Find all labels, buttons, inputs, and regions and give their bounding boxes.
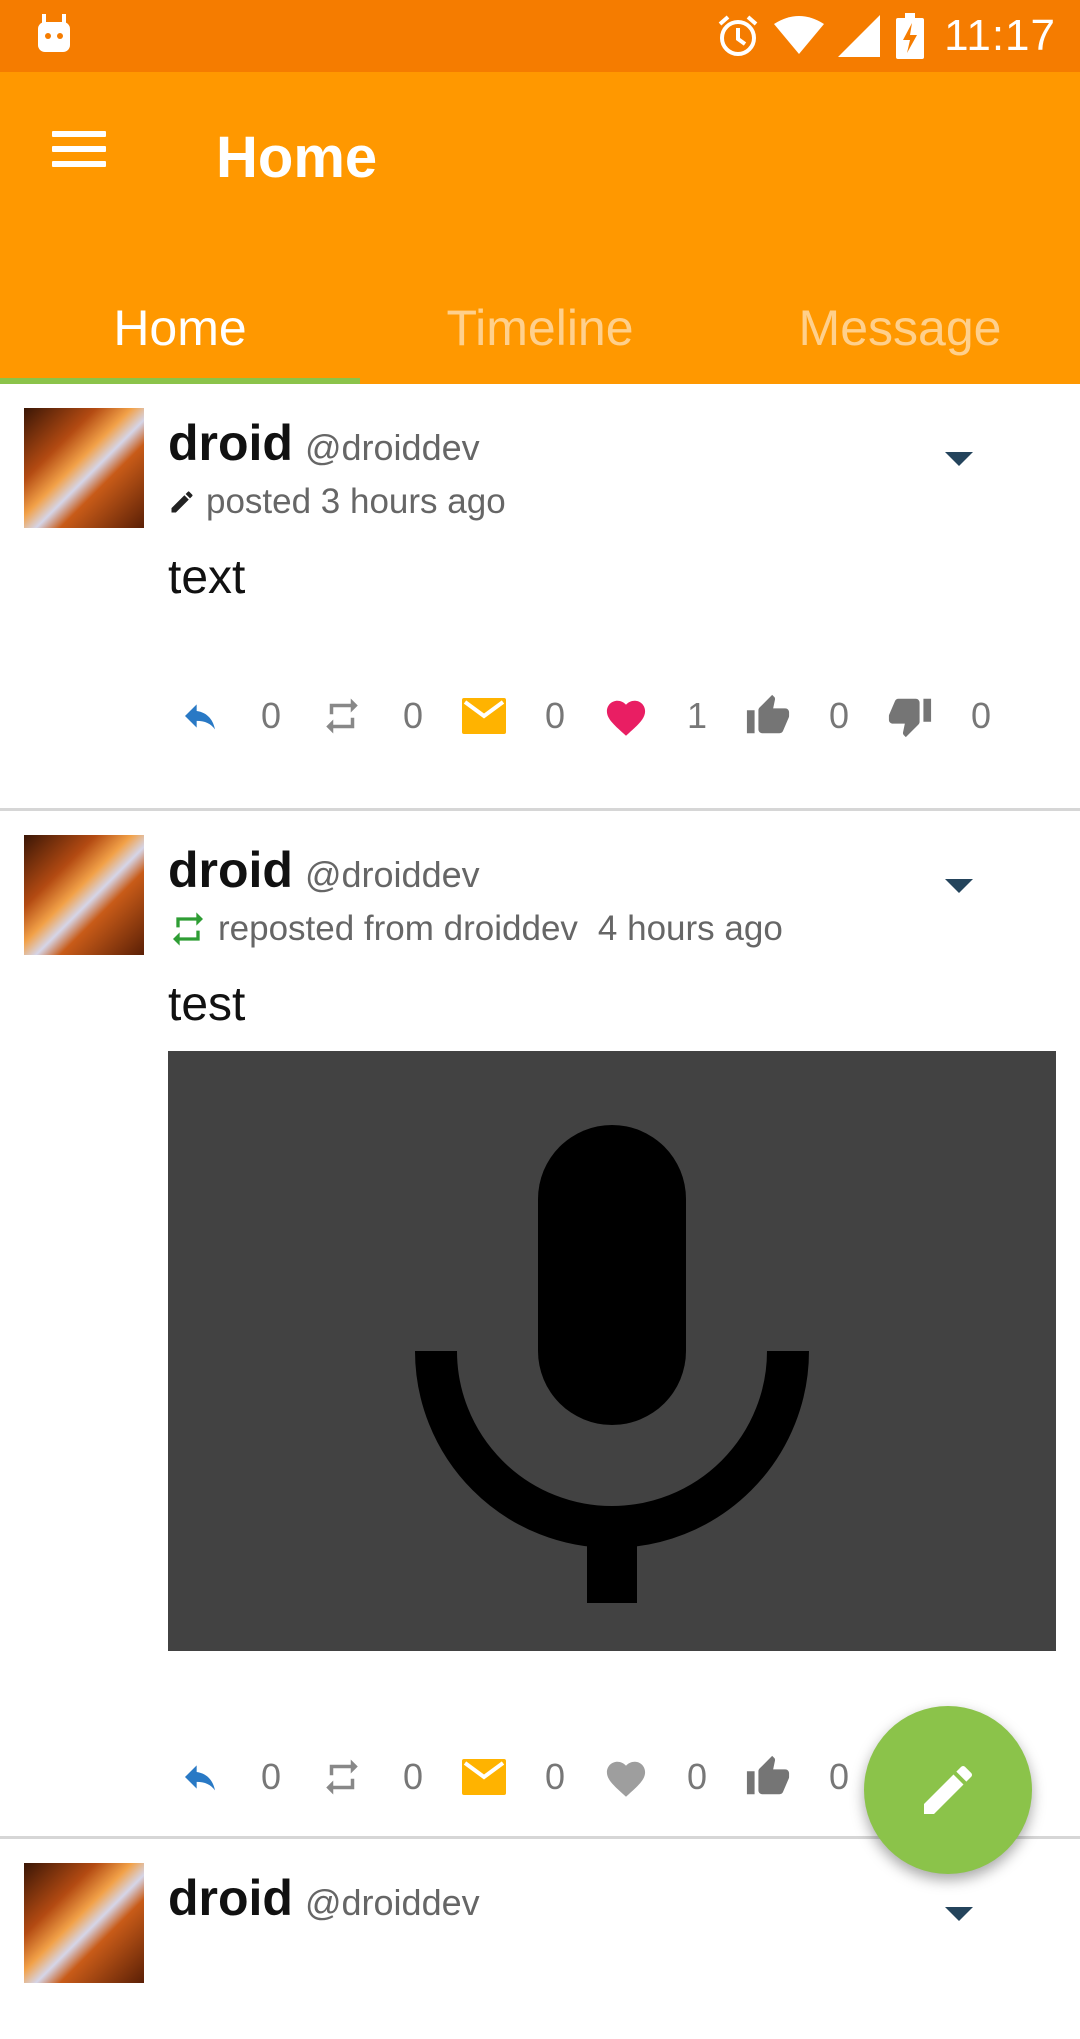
app-bar: Home Home Timeline Message xyxy=(0,72,1080,384)
like-count: 1 xyxy=(686,695,708,736)
avatar[interactable] xyxy=(24,835,144,955)
cellular-signal-icon xyxy=(838,15,881,57)
post-text: test xyxy=(168,978,246,1031)
avatar[interactable] xyxy=(24,1863,144,1983)
chevron-down-icon[interactable] xyxy=(942,448,976,470)
like-count: 0 xyxy=(686,1756,708,1797)
page-title: Home xyxy=(216,125,378,190)
author-name[interactable]: droid xyxy=(168,1870,293,1926)
avatar[interactable] xyxy=(24,408,144,528)
tab-message[interactable]: Message xyxy=(720,272,1080,384)
author-name[interactable]: droid xyxy=(168,842,293,898)
message-count: 0 xyxy=(544,695,566,736)
post-meta-text: posted 3 hours ago xyxy=(206,482,506,521)
post-media[interactable] xyxy=(168,1051,1056,1651)
status-time: 11:17 xyxy=(944,11,1056,60)
repost-icon[interactable] xyxy=(310,688,374,744)
reply-count: 0 xyxy=(260,695,282,736)
repost-count: 0 xyxy=(402,1756,424,1797)
post-meta-time: 4 hours ago xyxy=(597,909,783,948)
post-item[interactable]: droid @droiddev xyxy=(0,1839,1080,2039)
battery-charging-icon xyxy=(896,13,925,59)
heart-icon[interactable] xyxy=(594,688,658,744)
chevron-down-icon[interactable] xyxy=(942,875,976,897)
post-item[interactable]: droid @droiddev posted 3 hours ago text 0… xyxy=(0,384,1080,811)
reply-count: 0 xyxy=(260,1756,282,1797)
android-notification-icon xyxy=(36,14,72,54)
reply-icon[interactable] xyxy=(168,688,232,744)
post-meta-text: reposted from droiddev xyxy=(218,909,578,948)
status-bar: 11:17 xyxy=(0,0,1080,72)
compose-fab-button[interactable] xyxy=(864,1706,1032,1874)
thumbs-up-icon[interactable] xyxy=(736,1749,800,1805)
message-count: 0 xyxy=(544,1756,566,1797)
edit-pencil-icon xyxy=(924,1765,973,1814)
author-handle[interactable]: @droiddev xyxy=(305,854,480,895)
repost-count: 0 xyxy=(402,695,424,736)
pencil-icon xyxy=(171,491,193,513)
microphone-icon xyxy=(415,1125,809,1603)
post-actions: 0 0 0 1 0 0 xyxy=(168,686,1020,746)
author-handle[interactable]: @droiddev xyxy=(305,427,480,468)
thumbs-up-icon[interactable] xyxy=(736,688,800,744)
message-icon[interactable] xyxy=(452,1749,516,1805)
repost-icon[interactable] xyxy=(310,1749,374,1805)
heart-icon[interactable] xyxy=(594,1749,658,1805)
tab-timeline[interactable]: Timeline xyxy=(360,272,720,384)
post-item[interactable]: droid @droiddev reposted from droiddev 4 … xyxy=(0,811,1080,1839)
reply-icon[interactable] xyxy=(168,1749,232,1805)
tab-bar: Home Timeline Message xyxy=(0,272,1080,384)
message-icon[interactable] xyxy=(452,688,516,744)
upvote-count: 0 xyxy=(828,695,850,736)
author-name[interactable]: droid xyxy=(168,415,293,471)
chevron-down-icon[interactable] xyxy=(942,1903,976,1925)
author-handle[interactable]: @droiddev xyxy=(305,1882,480,1923)
downvote-count: 0 xyxy=(970,695,992,736)
post-text: text xyxy=(168,551,246,604)
wifi-icon xyxy=(774,16,825,54)
repost-icon xyxy=(173,912,203,946)
alarm-icon xyxy=(718,15,758,56)
menu-hamburger-icon[interactable] xyxy=(46,122,112,184)
thumbs-down-icon[interactable] xyxy=(878,688,942,744)
tab-home[interactable]: Home xyxy=(0,272,360,384)
